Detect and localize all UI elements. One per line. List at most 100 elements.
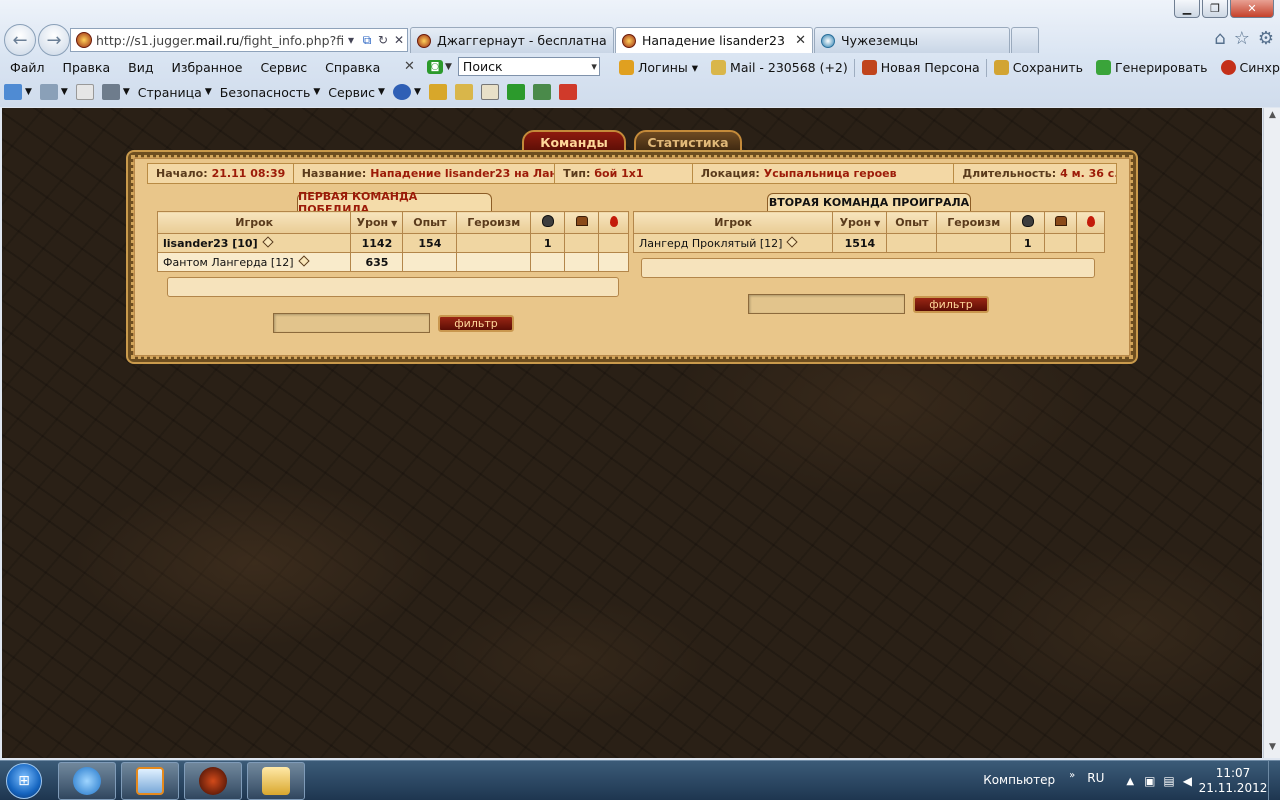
addon-2[interactable]: [451, 84, 477, 100]
tray-expand-icon[interactable]: ▲: [1126, 776, 1134, 787]
tab-fight[interactable]: Нападение lisander23 на Л... ✕: [615, 27, 813, 53]
tab-teams[interactable]: Команды: [522, 130, 626, 154]
info-diamond-icon[interactable]: [786, 235, 799, 248]
search-engine-icon[interactable]: ◙: [427, 59, 443, 74]
tab-favicon-icon: [622, 33, 636, 48]
col-damage[interactable]: Урон ▼: [350, 211, 404, 234]
feeds-command[interactable]: ▼: [36, 84, 72, 100]
link-save[interactable]: Сохранить: [987, 60, 1089, 75]
chest-icon: [575, 216, 588, 226]
addon-1[interactable]: [425, 84, 451, 100]
addon-3[interactable]: [477, 84, 503, 100]
taskbar-media[interactable]: [121, 762, 179, 800]
close-menubar-icon[interactable]: ✕: [404, 59, 415, 74]
compat-view-icon[interactable]: ⧉: [359, 33, 375, 48]
col-player[interactable]: Игрок: [632, 211, 834, 234]
col-blood[interactable]: [1076, 211, 1105, 234]
settings-gear-icon[interactable]: ⚙: [1258, 28, 1274, 49]
col-loot[interactable]: [564, 211, 600, 234]
close-window-button[interactable]: ✕: [1230, 0, 1274, 18]
close-tab-icon[interactable]: ✕: [795, 33, 806, 48]
col-kills[interactable]: [1010, 211, 1046, 234]
scroll-down-icon[interactable]: ▼: [1266, 742, 1279, 756]
stop-icon[interactable]: ✕: [391, 33, 407, 47]
mail-command[interactable]: [72, 84, 98, 100]
tab-statistics[interactable]: Статистика: [634, 130, 742, 154]
taskbar-game[interactable]: [184, 762, 242, 800]
address-bar[interactable]: http://s1.jugger.mail.ru/fight_info.php?…: [70, 28, 408, 52]
vertical-scrollbar[interactable]: ▲ ▼: [1263, 108, 1280, 758]
computer-toolbar-label[interactable]: Компьютер: [983, 773, 1055, 787]
mask-icon: [541, 215, 554, 227]
team2-filter-input[interactable]: [748, 294, 905, 314]
network-icon[interactable]: ▤: [1163, 774, 1174, 788]
print-command[interactable]: ▼: [98, 84, 134, 100]
language-indicator[interactable]: RU: [1087, 771, 1104, 785]
addon-5[interactable]: [529, 84, 555, 100]
taskbar-ie[interactable]: [58, 762, 116, 800]
toolbar-expand-icon[interactable]: »: [1069, 770, 1075, 781]
address-url[interactable]: http://s1.jugger.mail.ru/fight_info.php?…: [96, 33, 343, 48]
team1-filter-button[interactable]: фильтр: [438, 315, 514, 332]
show-desktop-button[interactable]: [1268, 761, 1280, 800]
col-player[interactable]: Игрок: [156, 211, 352, 234]
tools-menu[interactable]: Сервис ▼: [324, 85, 389, 100]
taskbar-explorer[interactable]: [247, 762, 305, 800]
info-diamond-icon[interactable]: [297, 254, 310, 267]
menu-tools[interactable]: Сервис: [250, 60, 315, 75]
col-heroism[interactable]: Героизм: [456, 211, 532, 234]
link-mail[interactable]: Mail - 230568 (+2): [704, 60, 854, 75]
menu-file[interactable]: Файл: [0, 60, 53, 75]
team1-title: ПЕРВАЯ КОМАНДА ПОБЕДИЛА: [297, 190, 492, 216]
addon-6[interactable]: [555, 84, 581, 100]
back-button[interactable]: ←: [4, 24, 36, 56]
home-icon[interactable]: ⌂: [1214, 28, 1225, 49]
col-blood[interactable]: [598, 211, 629, 234]
tab-foreigners[interactable]: Чужеземцы: [814, 27, 1010, 53]
col-loot[interactable]: [1044, 211, 1078, 234]
new-tab-button[interactable]: [1011, 27, 1039, 53]
scroll-up-icon[interactable]: ▲: [1266, 110, 1279, 124]
address-dropdown-icon[interactable]: ▾: [343, 33, 359, 47]
tab-juggernaut[interactable]: Джаггернаут - бесплатная он...: [410, 27, 614, 53]
search-input[interactable]: Поиск: [457, 57, 600, 76]
player-name[interactable]: Фантом Лангерда [12]: [156, 252, 352, 272]
menu-view[interactable]: Вид: [118, 60, 161, 75]
info-diamond-icon[interactable]: [261, 235, 274, 248]
menu-edit[interactable]: Правка: [53, 60, 119, 75]
minimize-button[interactable]: ▁: [1174, 0, 1200, 18]
refresh-icon[interactable]: ↻: [375, 33, 391, 47]
player-name[interactable]: lisander23 [10]: [156, 233, 352, 253]
info-location: Локация: Усыпальница героев: [693, 164, 955, 183]
col-damage[interactable]: Урон ▼: [832, 211, 888, 234]
page-menu[interactable]: Страница ▼: [134, 85, 216, 100]
volume-icon[interactable]: ◀: [1183, 774, 1192, 788]
toolbar-search: ◙ ▼ Поиск: [427, 57, 600, 76]
favorites-star-icon[interactable]: ☆: [1234, 28, 1250, 49]
col-kills[interactable]: [530, 211, 566, 234]
team1-filter-input[interactable]: [273, 313, 430, 333]
link-sync[interactable]: Синхронизация: [1214, 60, 1280, 75]
team2-header-row: Игрок Урон ▼ Опыт Героизм: [632, 211, 1105, 234]
link-logins[interactable]: Логины ▾: [612, 60, 704, 75]
player-name[interactable]: Лангерд Проклятый [12]: [632, 233, 834, 253]
help-command[interactable]: ▼: [389, 84, 425, 100]
maximize-button[interactable]: ❐: [1202, 0, 1228, 18]
link-new-persona[interactable]: Новая Персона: [855, 60, 986, 75]
col-exp[interactable]: Опыт: [402, 211, 458, 234]
col-exp[interactable]: Опыт: [886, 211, 938, 234]
menu-favorites[interactable]: Избранное: [161, 60, 250, 75]
team2-filter-button[interactable]: фильтр: [913, 296, 989, 313]
forward-button[interactable]: →: [38, 24, 70, 56]
tray-device-icon[interactable]: ▣: [1144, 774, 1155, 788]
loot-cell: [564, 233, 600, 253]
col-heroism[interactable]: Героизм: [936, 211, 1012, 234]
security-menu[interactable]: Безопасность ▼: [216, 85, 325, 100]
addon-4[interactable]: [503, 84, 529, 100]
search-engine-dropdown-icon[interactable]: ▼: [445, 62, 452, 72]
start-button[interactable]: ⊞: [2, 761, 46, 800]
home-command[interactable]: ▼: [0, 84, 36, 100]
clock[interactable]: 11:07 21.11.2012: [1198, 766, 1268, 796]
link-generate[interactable]: Генерировать: [1089, 60, 1214, 75]
menu-help[interactable]: Справка: [315, 60, 388, 75]
